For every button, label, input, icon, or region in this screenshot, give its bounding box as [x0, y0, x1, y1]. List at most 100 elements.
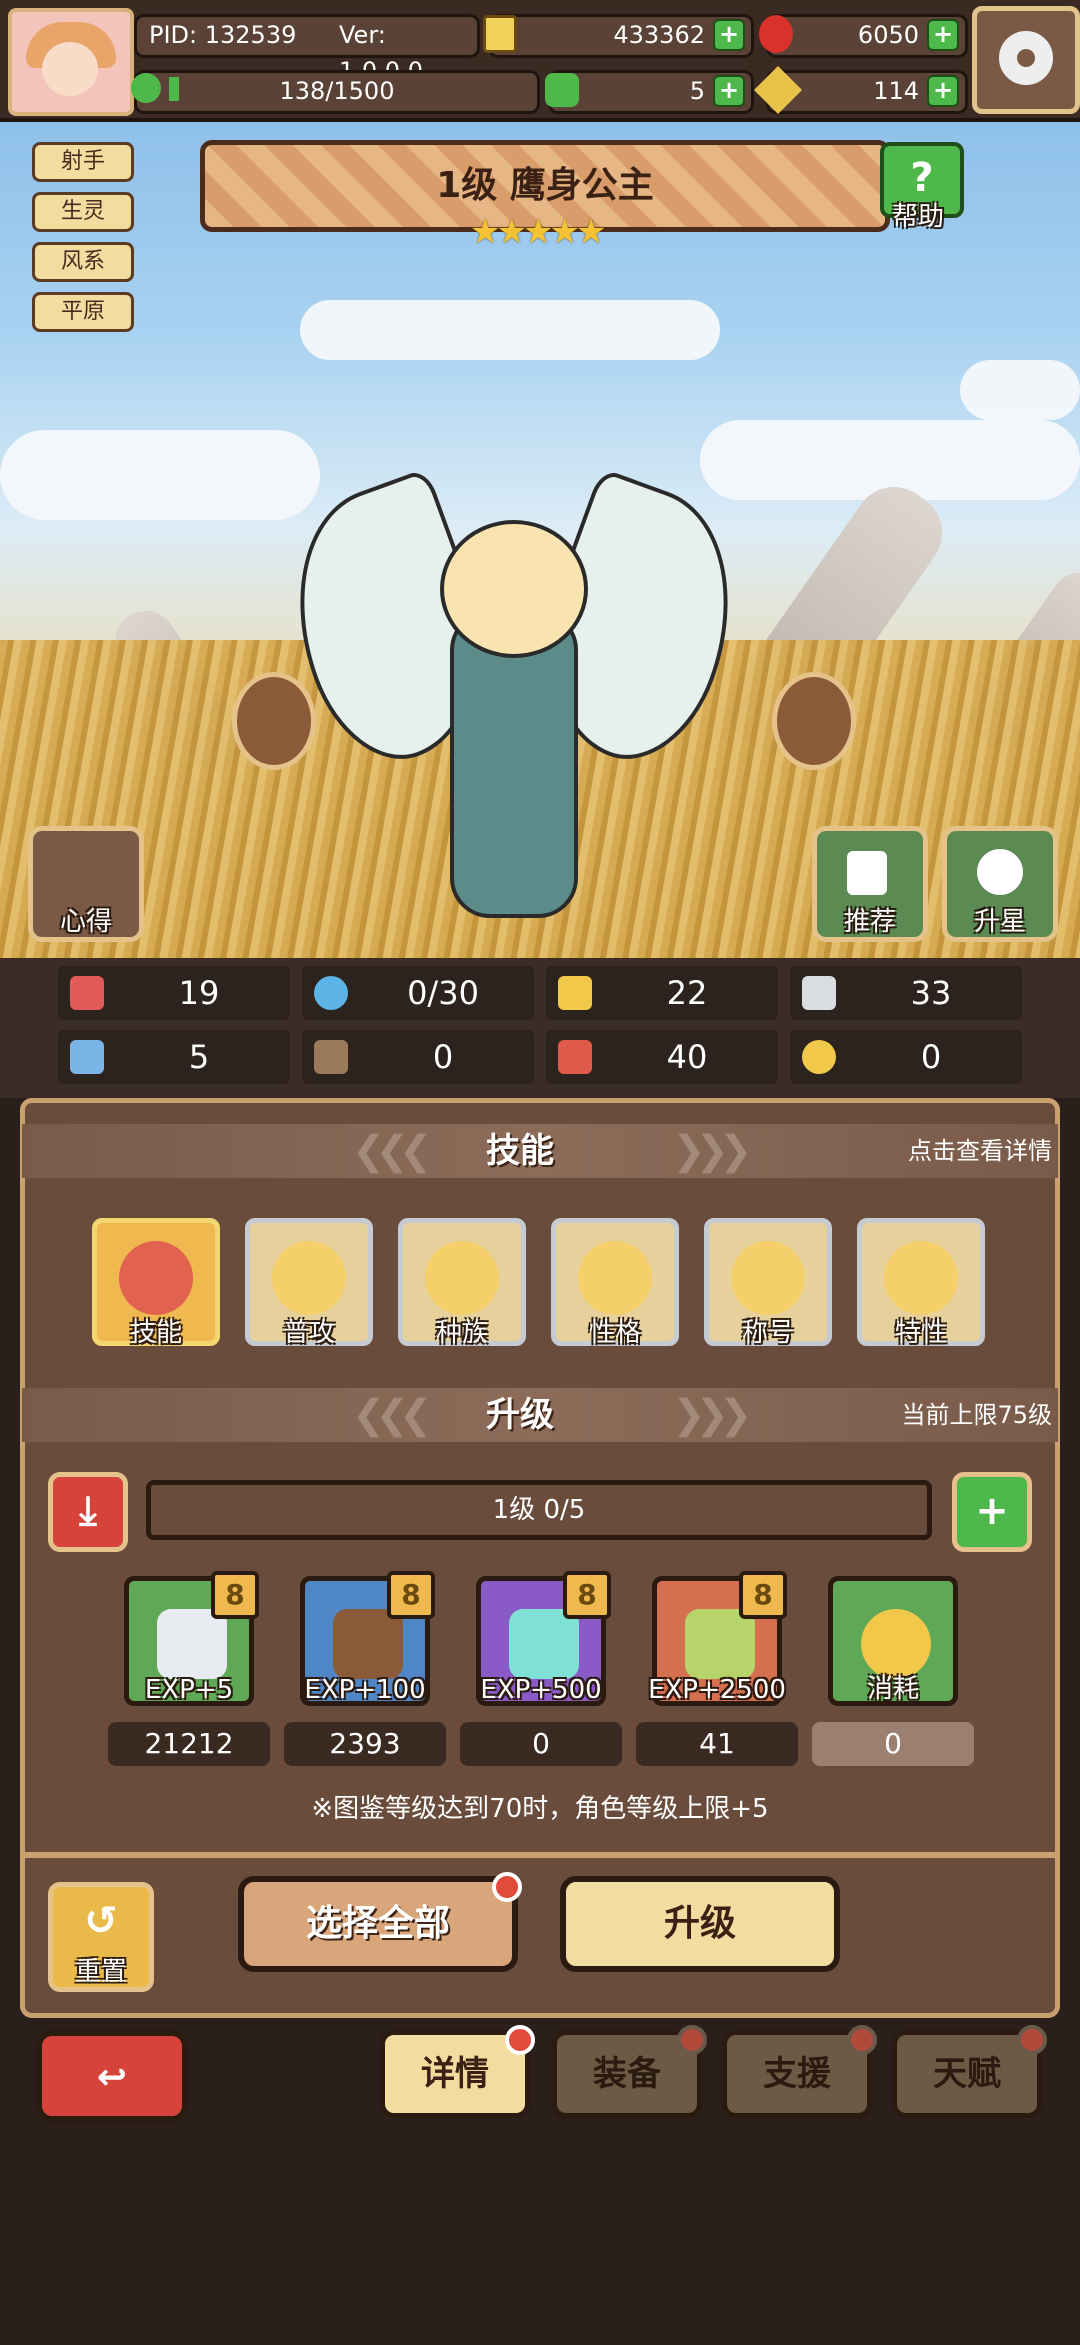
skills-hint[interactable]: 点击查看详情 — [908, 1124, 1052, 1178]
tab-talent[interactable]: 天赋 — [892, 2025, 1047, 2118]
cloud — [960, 360, 1080, 420]
add-clover-button[interactable]: + — [713, 75, 745, 107]
skill-icon — [119, 1241, 193, 1315]
ticket-counter: 114 + — [753, 65, 968, 115]
reset-button[interactable]: ↺ 重置 — [48, 1882, 154, 1992]
help-button[interactable]: ? 帮助 — [880, 142, 964, 232]
clover-icon — [545, 73, 579, 107]
skill-label: 技能 — [129, 1318, 182, 1348]
heart-icon — [70, 976, 104, 1010]
item-count: 21212 — [108, 1722, 270, 1766]
skills-title: 技能 — [486, 1131, 554, 1171]
select-all-label: 选择全部 — [305, 1903, 450, 1944]
character-sprite[interactable] — [259, 467, 769, 960]
tab-support[interactable]: 支援 — [722, 2025, 877, 2118]
skill-slot-attack[interactable]: 普攻 — [245, 1218, 373, 1348]
settings-button[interactable] — [972, 6, 1080, 114]
reset-label: 重置 — [74, 1957, 127, 1987]
stats-row-2: 5 0 40 0 — [40, 1030, 1040, 1084]
add-ruby-button[interactable]: + — [927, 19, 959, 51]
potion-icon — [558, 1040, 592, 1074]
skill-slot-skill[interactable]: 技能 — [92, 1218, 220, 1348]
item-label: EXP+5 — [144, 1675, 234, 1705]
cloud — [0, 430, 320, 520]
next-character-button[interactable] — [772, 672, 856, 770]
item-label: EXP+500 — [480, 1675, 602, 1705]
exp-item-500[interactable]: 8 EXP+500 — [476, 1571, 611, 1706]
item-count: 2393 — [284, 1722, 446, 1766]
tag-terrain[interactable]: 平原 — [32, 292, 134, 332]
stat-defense: 22 — [546, 966, 778, 1020]
stat-speed: 33 — [790, 966, 1022, 1020]
stat-value: 0 — [432, 1038, 454, 1076]
exp-item-5[interactable]: 8 EXP+5 — [124, 1571, 259, 1706]
ruby-icon — [759, 15, 793, 53]
water-drop-icon — [314, 976, 348, 1010]
horseshoe-icon — [802, 1040, 836, 1074]
stat-magic: 0 — [302, 1030, 534, 1084]
gold-counter: 433362 + — [483, 14, 754, 58]
stamina-bar: 138/1500 — [131, 70, 540, 114]
item-badge: 8 — [211, 1571, 259, 1619]
trait-icon — [884, 1241, 958, 1315]
stat-attack: 5 — [58, 1030, 290, 1084]
ruby-value: 6050 — [857, 21, 919, 49]
tab-label: 天赋 — [933, 2054, 1001, 2094]
exp-item-100[interactable]: 8 EXP+100 — [300, 1571, 435, 1706]
stamina-value: 138/1500 — [279, 77, 395, 105]
tag-element[interactable]: 风系 — [32, 242, 134, 282]
skill-slot-title[interactable]: 称号 — [704, 1218, 832, 1348]
insight-button[interactable]: 心得 — [28, 826, 144, 942]
exp-item-2500[interactable]: 8 EXP+2500 — [648, 1571, 787, 1706]
tag-race[interactable]: 生灵 — [32, 192, 134, 232]
cloud — [300, 300, 720, 360]
claw-icon — [578, 1241, 652, 1315]
tab-label: 详情 — [421, 2054, 489, 2094]
add-ticket-button[interactable]: + — [927, 75, 959, 107]
stat-value: 0/30 — [407, 974, 479, 1012]
stat-value: 22 — [666, 974, 708, 1012]
tag-class[interactable]: 射手 — [32, 142, 134, 182]
consume-item[interactable]: 消耗 — [828, 1576, 958, 1706]
back-button[interactable]: ↩ — [36, 2030, 188, 2122]
tab-label: 支援 — [763, 2054, 831, 2094]
avatar[interactable] — [8, 8, 134, 116]
crystal-icon — [157, 1609, 227, 1679]
wing-icon — [802, 976, 836, 1010]
ticket-value: 114 — [873, 77, 919, 105]
skill-slot-trait[interactable]: 特性 — [857, 1218, 985, 1348]
level-progress-bar: 1级 0/5 — [146, 1480, 932, 1540]
stat-value: 5 — [188, 1038, 210, 1076]
recommend-button[interactable]: 推荐 — [812, 826, 928, 942]
select-all-button[interactable]: 选择全部 — [238, 1872, 522, 1972]
item-label: EXP+100 — [304, 1675, 426, 1705]
skill-slot-race[interactable]: 种族 — [398, 1218, 526, 1348]
ruby-counter: 6050 + — [759, 14, 968, 58]
pid-version-bar: PID: 132539 Ver: 1.0.0.0 — [134, 14, 480, 85]
skill-label: 性格 — [588, 1318, 641, 1348]
upgrade-label: 升级 — [663, 1903, 736, 1944]
skill-slot-personality[interactable]: 性格 — [551, 1218, 679, 1348]
level-down-button[interactable]: ⤓ — [48, 1472, 128, 1552]
character-head — [440, 520, 588, 658]
leaf-icon — [685, 1609, 755, 1679]
tab-equipment[interactable]: 装备 — [552, 2025, 707, 2118]
notification-dot — [847, 2025, 877, 2055]
skill-label: 特性 — [894, 1318, 947, 1348]
star-icon — [977, 849, 1023, 895]
level-text: 1级 0/5 — [492, 1495, 586, 1525]
download-icon: ⤓ — [79, 1488, 97, 1534]
star-up-button[interactable]: 升星 — [942, 826, 1058, 942]
level-up-plus-button[interactable]: + — [952, 1472, 1032, 1552]
claw-icon — [731, 1241, 805, 1315]
log-icon — [333, 1609, 403, 1679]
add-gold-button[interactable]: + — [713, 19, 745, 51]
upgrade-button[interactable]: 升级 — [560, 1876, 840, 1972]
plus-icon: + — [975, 1488, 1009, 1534]
upgrade-hint: 当前上限75级 — [901, 1401, 1052, 1429]
clover-counter: 5 + — [545, 70, 754, 114]
help-label: 帮助 — [891, 202, 944, 232]
prev-character-button[interactable] — [232, 672, 316, 770]
item-label: 消耗 — [866, 1674, 919, 1704]
tab-details[interactable]: 详情 — [380, 2025, 535, 2118]
